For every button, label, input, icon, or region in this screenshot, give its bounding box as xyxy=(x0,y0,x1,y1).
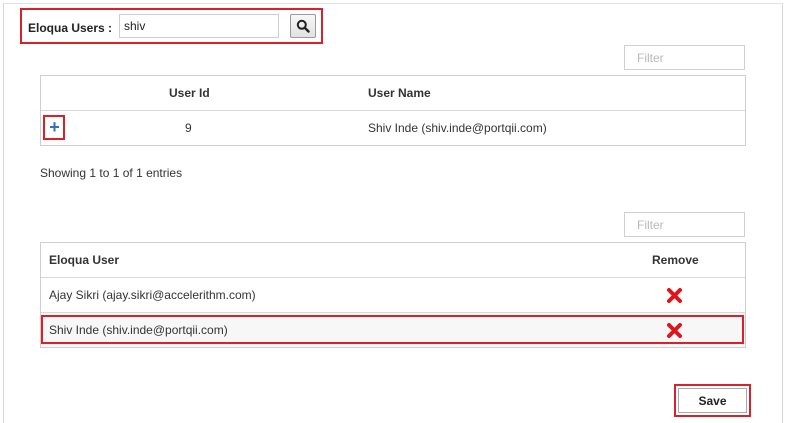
column-header-eloqua-user[interactable]: Eloqua User xyxy=(49,243,119,277)
selected-row-highlight xyxy=(41,315,744,344)
selected-filter-input[interactable] xyxy=(624,212,745,237)
eloqua-user-cell: Ajay Sikri (ajay.sikri@accelerithm.com) xyxy=(49,288,256,302)
table-info: Showing 1 to 1 of 1 entries xyxy=(40,166,183,180)
user-id-cell: 9 xyxy=(185,121,192,135)
column-header-remove: Remove xyxy=(652,253,699,267)
user-name-cell: Shiv Inde (shiv.inde@portqii.com) xyxy=(368,121,547,135)
table-row: Ajay Sikri (ajay.sikri@accelerithm.com) xyxy=(41,277,745,312)
search-input[interactable] xyxy=(119,14,279,38)
search-icon xyxy=(296,19,310,33)
results-table: User Id User Name 9 Shiv Inde (shiv.inde… xyxy=(40,75,746,146)
column-header-user-name[interactable]: User Name xyxy=(368,76,431,110)
search-label: Eloqua Users : xyxy=(28,21,113,35)
results-filter-input[interactable] xyxy=(624,45,745,70)
save-button[interactable]: Save xyxy=(678,388,747,413)
add-user-icon[interactable]: + xyxy=(47,117,62,137)
column-header-user-id[interactable]: User Id xyxy=(169,76,210,110)
table-row: 9 Shiv Inde (shiv.inde@portqii.com) xyxy=(41,110,745,145)
remove-icon[interactable] xyxy=(667,288,682,303)
selected-header-row: Eloqua User Remove xyxy=(41,243,745,277)
results-header-row: User Id User Name xyxy=(41,76,745,110)
search-button[interactable] xyxy=(290,14,316,38)
